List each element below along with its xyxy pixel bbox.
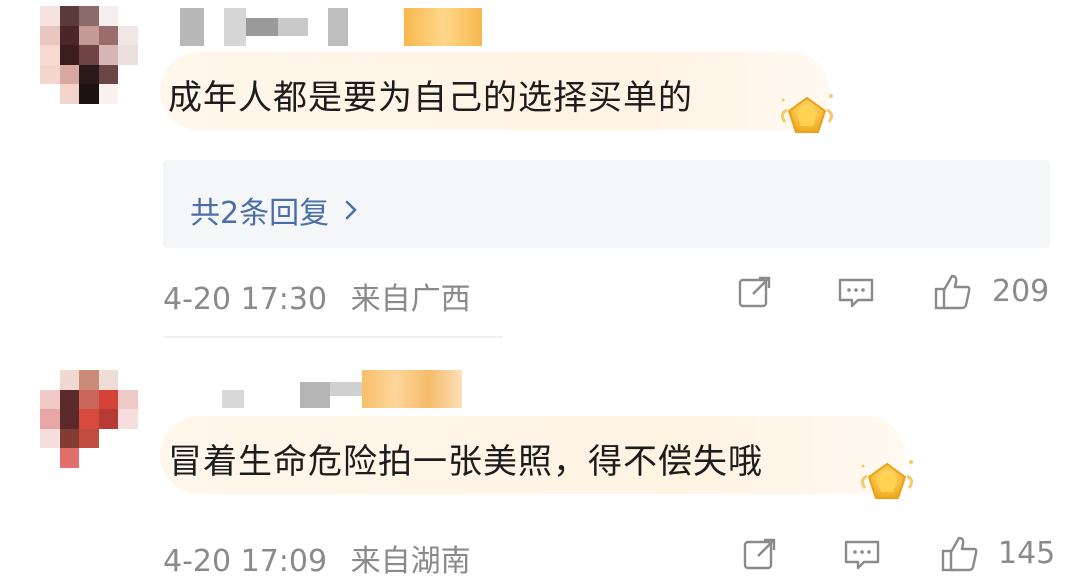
avatar-pixel bbox=[118, 64, 138, 85]
avatar-pixel bbox=[79, 64, 99, 85]
avatar-pixel bbox=[98, 25, 119, 46]
avatar-pixel bbox=[40, 428, 60, 449]
comment-icon[interactable] bbox=[842, 534, 882, 574]
avatar-pixel bbox=[98, 448, 119, 468]
avatar-pixel bbox=[40, 6, 60, 26]
like-count: 209 bbox=[992, 274, 1050, 309]
timestamp: 4-20 17:30 bbox=[163, 282, 328, 317]
avatar-pixel bbox=[118, 370, 138, 390]
avatar-pixel bbox=[79, 409, 99, 429]
avatar-pixel bbox=[118, 25, 138, 46]
share-icon[interactable] bbox=[735, 272, 775, 312]
avatar-pixel bbox=[59, 448, 80, 468]
avatar-pixel bbox=[59, 84, 80, 104]
avatar-pixel bbox=[40, 45, 60, 65]
avatar-pixel bbox=[40, 448, 60, 468]
location: 来自广西 bbox=[350, 282, 471, 317]
avatar-pixel bbox=[79, 428, 99, 449]
avatar-pixel bbox=[118, 45, 138, 65]
avatar-pixel bbox=[59, 6, 80, 26]
comment-text: 成年人都是要为自己的选择买单的 bbox=[168, 78, 693, 118]
comment-icon[interactable] bbox=[836, 272, 876, 312]
avatar-pixel bbox=[98, 45, 119, 65]
gold-pentagon-badge-icon bbox=[860, 460, 914, 499]
avatar-pixel bbox=[59, 370, 80, 390]
avatar-pixel bbox=[98, 428, 119, 449]
avatar-pixel bbox=[40, 25, 60, 46]
avatar-pixel bbox=[118, 448, 138, 468]
avatar-pixel bbox=[59, 428, 80, 449]
gold-pentagon-badge-icon bbox=[780, 94, 834, 133]
avatar-pixel bbox=[98, 84, 119, 104]
avatar-pixel bbox=[79, 45, 99, 65]
avatar-pixel bbox=[98, 6, 119, 26]
location: 来自湖南 bbox=[350, 544, 471, 579]
avatar-pixel bbox=[79, 389, 99, 410]
avatar-pixel bbox=[59, 64, 80, 85]
avatar[interactable] bbox=[40, 370, 138, 468]
avatar-pixel bbox=[79, 25, 99, 46]
divider bbox=[163, 336, 503, 338]
avatar-pixel bbox=[118, 428, 138, 449]
avatar-pixel bbox=[40, 389, 60, 410]
avatar-pixel bbox=[79, 6, 99, 26]
thumbs-up-icon[interactable] bbox=[933, 272, 973, 312]
avatar-pixel bbox=[98, 64, 119, 85]
share-icon[interactable] bbox=[740, 534, 780, 574]
avatar-pixel bbox=[59, 25, 80, 46]
avatar-pixel bbox=[59, 389, 80, 410]
avatar-pixel bbox=[40, 370, 60, 390]
avatar-pixel bbox=[79, 370, 99, 390]
chevron-right-icon bbox=[345, 200, 357, 220]
avatar-pixel bbox=[59, 409, 80, 429]
avatar-pixel bbox=[118, 6, 138, 26]
reply-count-label: 共2条回复 bbox=[190, 196, 330, 231]
comment-footer: 4-20 17:09 来自湖南 145 bbox=[0, 532, 1080, 579]
view-replies-link[interactable]: 共2条回复 bbox=[190, 188, 359, 232]
avatar-pixel bbox=[98, 370, 119, 390]
like-count: 145 bbox=[998, 536, 1056, 571]
avatar-pixel bbox=[40, 64, 60, 85]
avatar-pixel bbox=[79, 84, 99, 104]
avatar-pixel bbox=[40, 84, 60, 104]
thumbs-up-icon[interactable] bbox=[940, 534, 980, 574]
avatar-pixel bbox=[59, 45, 80, 65]
comment-item: 冒着生命危险拍一张美照，得不偿失哦 4-20 17:09 来自湖南 145 bbox=[0, 362, 1080, 586]
comment-item: 成年人都是要为自己的选择买单的 共2条回复 4-20 17:30 来自广西 20… bbox=[0, 0, 1080, 330]
avatar[interactable] bbox=[40, 6, 138, 104]
avatar-pixel bbox=[98, 389, 119, 410]
avatar-pixel bbox=[79, 448, 99, 468]
comment-text: 冒着生命危险拍一张美照，得不偿失哦 bbox=[168, 442, 763, 482]
comment-footer: 4-20 17:30 来自广西 209 bbox=[0, 270, 1080, 317]
avatar-pixel bbox=[40, 409, 60, 429]
avatar-pixel bbox=[118, 389, 138, 410]
avatar-pixel bbox=[98, 409, 119, 429]
timestamp: 4-20 17:09 bbox=[163, 544, 328, 579]
avatar-pixel bbox=[118, 84, 138, 104]
avatar-pixel bbox=[118, 409, 138, 429]
